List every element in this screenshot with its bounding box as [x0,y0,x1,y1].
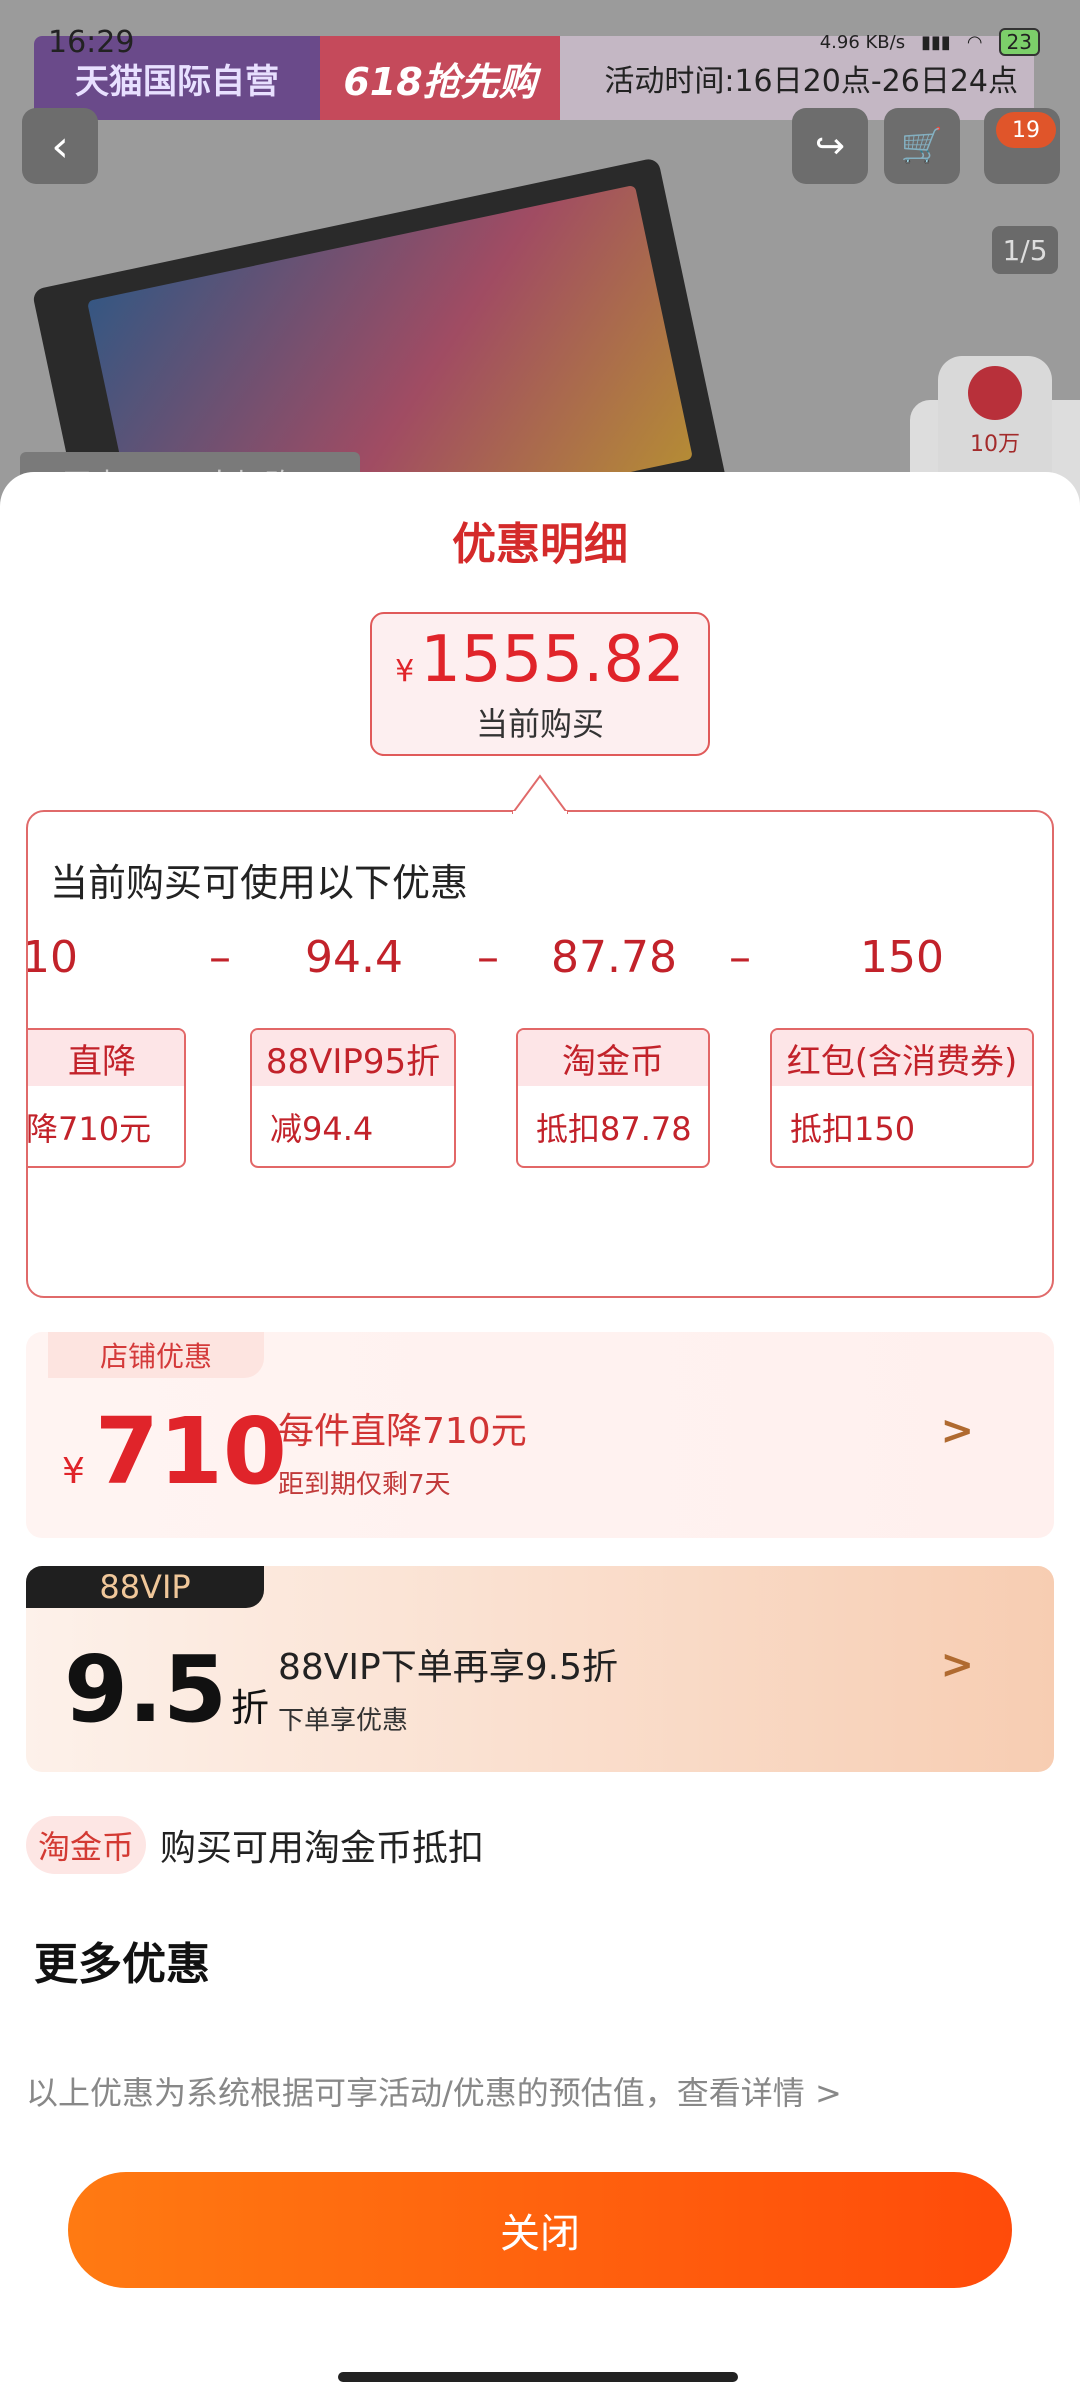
vip-discount-title: 88VIP下单再享9.5折 [278,1647,619,1688]
status-time: 16:29 [48,24,135,60]
vip-rate-unit: 折 [230,1686,269,1730]
discount-breakdown-card: 当前购买可使用以下优惠 10 – 94.4 – 87.78 – 150 直降 降… [26,810,1054,1298]
gallery-page-indicator: 1/5 [992,226,1058,274]
cart-count-badge: 19 [996,112,1056,148]
price-caption: 当前购买 [475,705,604,743]
chevron-right-icon: > [940,1642,974,1688]
shop-amount: 710 [94,1398,287,1505]
disclaimer-link[interactable]: 以上优惠为系统根据可享活动/优惠的预估值，查看详情 > [26,2068,842,2114]
discount-chip-vip[interactable]: 88VIP95折 减94.4 [250,1028,456,1168]
breakdown-value: 94.4 [305,932,403,983]
price-pointer [512,774,568,814]
breakdown-values: 10 – 94.4 – 87.78 – 150 [28,932,1052,992]
chip-body: 抵扣87.78 [536,1110,692,1148]
breakdown-heading: 当前购买可使用以下优惠 [50,861,469,905]
discount-chip-direct[interactable]: 直降 降710元 [26,1028,186,1168]
back-button[interactable]: ‹ [22,108,98,184]
shop-currency: ¥ [62,1451,85,1492]
price-value: 1555.82 [420,623,685,697]
cart-button[interactable]: 🛒 [884,108,960,184]
shop-discount-tag: 店铺优惠 [48,1332,264,1378]
vip-discount-subtitle: 下单享优惠 [278,1706,409,1736]
net-speed: 4.96 KB/s [819,31,906,53]
minus-sign: – [477,932,499,983]
chip-body: 降710元 [26,1110,152,1148]
back-icon: ‹ [51,120,69,172]
discount-chip-redpacket[interactable]: 红包(含消费券) 抵扣150 [770,1028,1034,1168]
breakdown-value: 150 [860,932,944,983]
breakdown-value: 10 [26,932,78,983]
close-button[interactable]: 关闭 [68,2172,1012,2288]
cart-icon: 🛒 [900,126,944,166]
shop-discount-card[interactable]: 店铺优惠 ¥ 710 每件直降710元 距到期仅剩7天 > [26,1332,1054,1538]
discount-detail-sheet: 优惠明细 ¥ 1555.82 当前购买 当前购买可使用以下优惠 10 – 94.… [0,472,1080,2400]
current-price-box: ¥ 1555.82 当前购买 [370,612,710,756]
vip-rate: 9.5 [64,1636,227,1743]
discount-chip-coin[interactable]: 淘金币 抵扣87.78 [516,1028,710,1168]
chip-head: 淘金币 [518,1030,708,1086]
chip-body: 抵扣150 [790,1110,916,1148]
more-discounts-title: 更多优惠 [34,1939,210,1990]
chip-head: 直降 [28,1030,184,1086]
coin-line: 淘金币 购买可用淘金币抵扣 [26,1816,484,1874]
shop-discount-subtitle: 距到期仅剩7天 [278,1470,451,1500]
coin-tag: 淘金币 [26,1816,147,1874]
vip-tag: 88VIP [26,1566,264,1608]
rank-label: 10万 [970,432,1020,457]
minus-sign: – [209,932,231,983]
sheet-title: 优惠明细 [452,519,628,570]
share-icon: ↪ [814,125,846,167]
coin-text: 购买可用淘金币抵扣 [160,1828,485,1869]
chip-head: 红包(含消费券) [772,1030,1032,1086]
price-currency: ¥ [395,654,415,689]
shop-discount-title: 每件直降710元 [278,1411,527,1452]
signal-icon: ▮▮▮ [921,31,951,53]
rank-chart-icon [968,366,1022,420]
home-indicator[interactable] [338,2372,738,2382]
minus-sign: – [729,932,751,983]
status-bar: 16:29 4.96 KB/s ▮▮▮ ◠ 23 [48,22,1040,62]
share-button[interactable]: ↪ [792,108,868,184]
vip-discount-card[interactable]: 88VIP 9.5 折 88VIP下单再享9.5折 下单享优惠 > [26,1566,1054,1772]
chip-body: 减94.4 [270,1110,374,1148]
wifi-icon: ◠ [966,31,983,53]
event-time: 活动时间:16日20点-26日24点 [604,64,1018,99]
status-icons: 4.96 KB/s ▮▮▮ ◠ 23 [820,28,1040,56]
battery-icon: 23 [998,28,1040,56]
chevron-right-icon: > [940,1408,974,1454]
breakdown-value: 87.78 [551,932,677,983]
chip-head: 88VIP95折 [252,1030,454,1086]
